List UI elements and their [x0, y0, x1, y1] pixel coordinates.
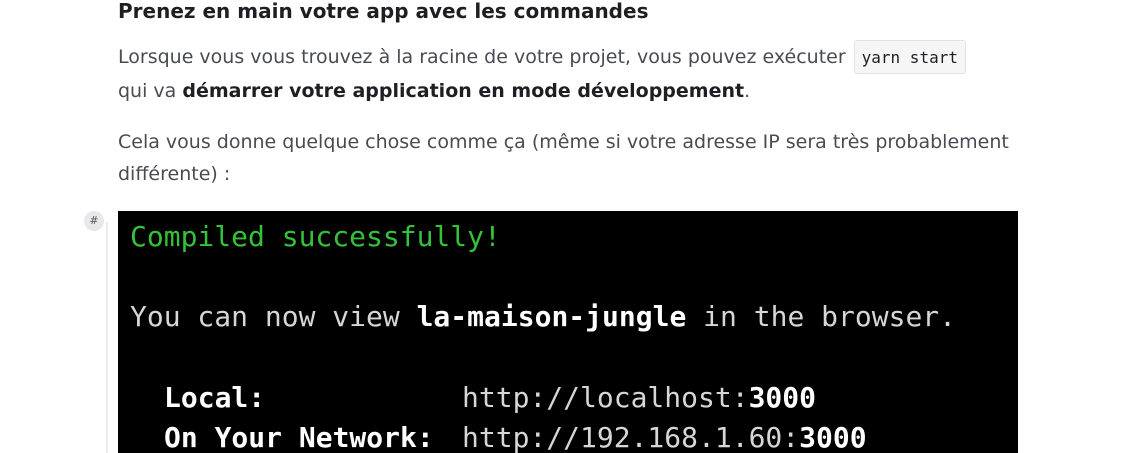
paragraph-period: .	[744, 80, 751, 102]
inline-code-yarn-start: yarn start	[853, 40, 966, 74]
terminal-screenshot: Compiled successfully! You can now view …	[118, 211, 1018, 453]
terminal-network-label: On Your Network:	[164, 421, 434, 453]
terminal-local-port: 3000	[748, 381, 817, 414]
paragraph-result-intro: Cela vous donne quelque chose comme ça (…	[118, 131, 1009, 185]
terminal-network-url: http://192.168.1.60:	[462, 421, 800, 453]
paragraph-text: Lorsque vous vous trouvez à la racine de…	[118, 46, 846, 68]
terminal-local-label: Local:	[164, 381, 266, 414]
terminal-local-line: Local: http://localhost:3000	[164, 378, 816, 418]
terminal-compiled-line: Compiled successfully!	[130, 220, 501, 253]
terminal-local-url: http://localhost:	[462, 381, 749, 414]
terminal-network-port: 3000	[799, 421, 867, 453]
paragraph-text-cont: qui va	[118, 80, 183, 102]
paragraph-bold-text: démarrer votre application en mode dével…	[182, 80, 745, 102]
block-anchor-link[interactable]: #	[84, 211, 104, 231]
terminal-view-line: You can now view la-maison-jungle in the…	[130, 297, 956, 337]
paragraph-yarn-start: Lorsque vous vous trouvez à la racine de…	[118, 40, 1018, 108]
terminal-app-name: la-maison-jungle	[416, 300, 687, 333]
terminal-network-line: On Your Network: http://192.168.1.60:3000	[164, 418, 867, 453]
section-heading: Prenez en main votre app avec les comman…	[118, 0, 649, 23]
terminal-view-suffix: in the browser.	[686, 300, 957, 333]
block-anchor-rail	[106, 222, 108, 453]
terminal-view-prefix: You can now view	[130, 300, 417, 333]
